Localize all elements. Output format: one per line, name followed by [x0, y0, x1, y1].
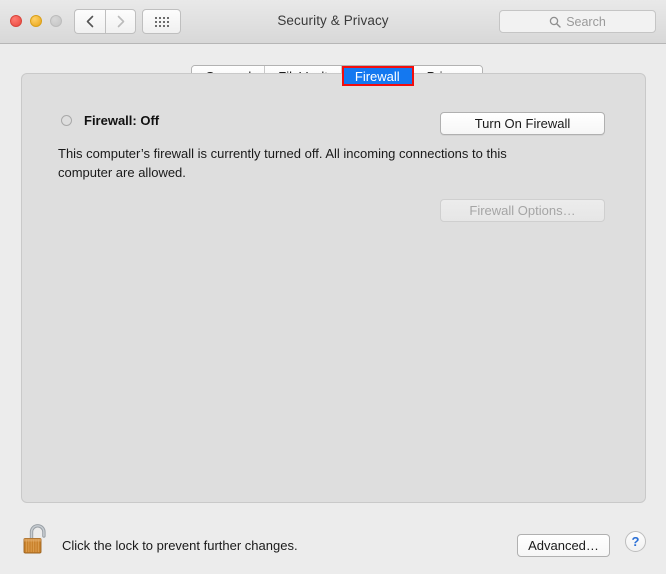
unlocked-padlock-icon — [19, 520, 57, 560]
firewall-options-button: Firewall Options… — [440, 199, 605, 222]
firewall-status-label: Firewall: Off — [84, 113, 159, 128]
help-button[interactable]: ? — [625, 531, 646, 552]
window-bottom-bar: Click the lock to prevent further change… — [0, 503, 666, 574]
search-icon — [549, 16, 561, 28]
preference-pane-tabbar: General FileVault Firewall Privacy — [0, 44, 666, 74]
turn-on-firewall-button[interactable]: Turn On Firewall — [440, 112, 605, 135]
search-field[interactable]: Search — [499, 10, 656, 33]
system-preferences-window: Security & Privacy Search General FileVa… — [0, 0, 666, 574]
firewall-status-indicator-icon — [61, 115, 72, 126]
firewall-status-row: Firewall: Off — [61, 113, 159, 128]
window-titlebar: Security & Privacy Search — [0, 0, 666, 44]
lock-instruction-label: Click the lock to prevent further change… — [62, 538, 298, 553]
advanced-button[interactable]: Advanced… — [517, 534, 610, 557]
tab-firewall[interactable]: Firewall — [342, 66, 414, 86]
firewall-content-panel: Firewall: Off This computer’s firewall i… — [21, 73, 646, 503]
lock-button[interactable] — [19, 520, 57, 560]
search-placeholder-text: Search — [566, 15, 606, 29]
firewall-description-text: This computer’s firewall is currently tu… — [58, 144, 558, 182]
